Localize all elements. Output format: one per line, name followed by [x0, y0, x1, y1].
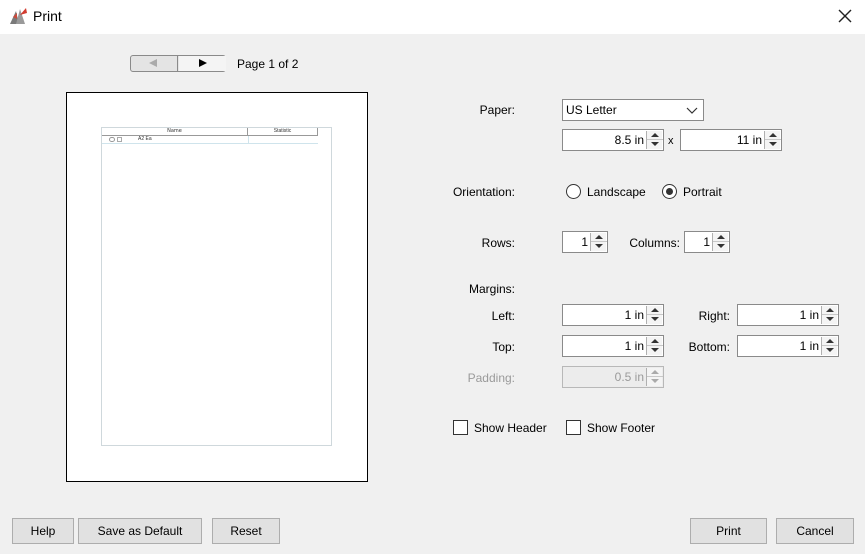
right-margin-label: Right: [698, 309, 730, 323]
app-logo-icon [10, 8, 27, 24]
bottom-margin-value: 1 in [799, 339, 819, 353]
increment-button[interactable] [591, 233, 607, 242]
increment-button [647, 368, 663, 377]
columns-value: 1 [703, 235, 710, 249]
landscape-label[interactable]: Landscape [587, 185, 646, 199]
columns-label: Columns: [629, 236, 680, 250]
preview-column-statistic: Statistic [248, 128, 318, 136]
print-button[interactable]: Print [690, 518, 767, 544]
show-header-label[interactable]: Show Header [474, 421, 547, 435]
increment-button[interactable] [713, 233, 729, 242]
next-page-button[interactable] [179, 56, 226, 71]
margins-label: Margins: [468, 282, 515, 296]
rows-label: Rows: [481, 236, 515, 250]
top-margin-spinner[interactable]: 1 in [562, 335, 664, 357]
increment-button[interactable] [822, 306, 838, 315]
rows-value: 1 [581, 235, 588, 249]
bottom-margin-label: Bottom: [688, 340, 730, 354]
decrement-button[interactable] [765, 140, 781, 149]
show-header-checkbox[interactable] [453, 420, 468, 435]
increment-button[interactable] [647, 131, 663, 140]
previous-page-button[interactable] [131, 56, 178, 71]
increment-button[interactable] [765, 131, 781, 140]
padding-value: 0.5 in [614, 370, 644, 384]
show-footer-checkbox[interactable] [566, 420, 581, 435]
preview-content-area: Name Statistic A2 Ea [101, 127, 332, 446]
arrow-left-icon [149, 59, 157, 67]
cancel-button[interactable]: Cancel [776, 518, 854, 544]
landscape-radio[interactable] [566, 184, 581, 199]
paper-width-spinner[interactable]: 8.5 in [562, 129, 664, 151]
close-icon[interactable] [833, 4, 857, 28]
left-margin-spinner[interactable]: 1 in [562, 304, 664, 326]
left-margin-value: 1 in [624, 308, 644, 322]
title-bar: Print [0, 0, 865, 34]
right-margin-spinner[interactable]: 1 in [737, 304, 839, 326]
page-indicator: Page 1 of 2 [237, 57, 299, 71]
columns-spinner[interactable]: 1 [684, 231, 730, 253]
show-footer-label[interactable]: Show Footer [587, 421, 655, 435]
paper-select-value: US Letter [566, 103, 617, 117]
checkbox-icon [117, 137, 122, 142]
toggle-icon [109, 137, 115, 142]
page-preview: Name Statistic A2 Ea [66, 92, 368, 482]
padding-label: Padding: [467, 371, 515, 385]
increment-button[interactable] [647, 306, 663, 315]
portrait-radio[interactable] [662, 184, 677, 199]
decrement-button[interactable] [647, 140, 663, 149]
increment-button[interactable] [822, 337, 838, 346]
padding-spinner: 0.5 in [562, 366, 664, 388]
preview-row-name: A2 Ea [138, 136, 152, 142]
decrement-button[interactable] [822, 346, 838, 355]
top-margin-label: Top: [492, 340, 515, 354]
reset-button[interactable]: Reset [212, 518, 280, 544]
left-margin-label: Left: [491, 309, 515, 323]
decrement-button [647, 377, 663, 386]
decrement-button[interactable] [713, 242, 729, 251]
right-margin-value: 1 in [799, 308, 819, 322]
paper-height-spinner[interactable]: 11 in [680, 129, 782, 151]
page-navigator [130, 55, 226, 72]
paper-width-value: 8.5 in [614, 133, 644, 147]
increment-button[interactable] [647, 337, 663, 346]
chevron-down-icon [686, 107, 698, 114]
portrait-label[interactable]: Portrait [683, 185, 722, 199]
paper-height-value: 11 in [736, 133, 762, 147]
decrement-button[interactable] [591, 242, 607, 251]
decrement-button[interactable] [647, 346, 663, 355]
window-title: Print [33, 8, 62, 24]
bottom-margin-spinner[interactable]: 1 in [737, 335, 839, 357]
paper-label: Paper: [479, 103, 515, 117]
decrement-button[interactable] [647, 315, 663, 324]
preview-table-row: A2 Ea [102, 136, 318, 144]
rows-spinner[interactable]: 1 [562, 231, 608, 253]
paper-select[interactable]: US Letter [562, 99, 704, 121]
top-margin-value: 1 in [624, 339, 644, 353]
preview-column-name: Name [102, 128, 248, 136]
dimension-separator: x [668, 135, 674, 147]
arrow-right-icon [199, 59, 207, 67]
orientation-label: Orientation: [452, 185, 515, 199]
preview-table-header: Name Statistic [102, 128, 318, 136]
save-as-default-button[interactable]: Save as Default [78, 518, 202, 544]
help-button[interactable]: Help [12, 518, 74, 544]
decrement-button[interactable] [822, 315, 838, 324]
